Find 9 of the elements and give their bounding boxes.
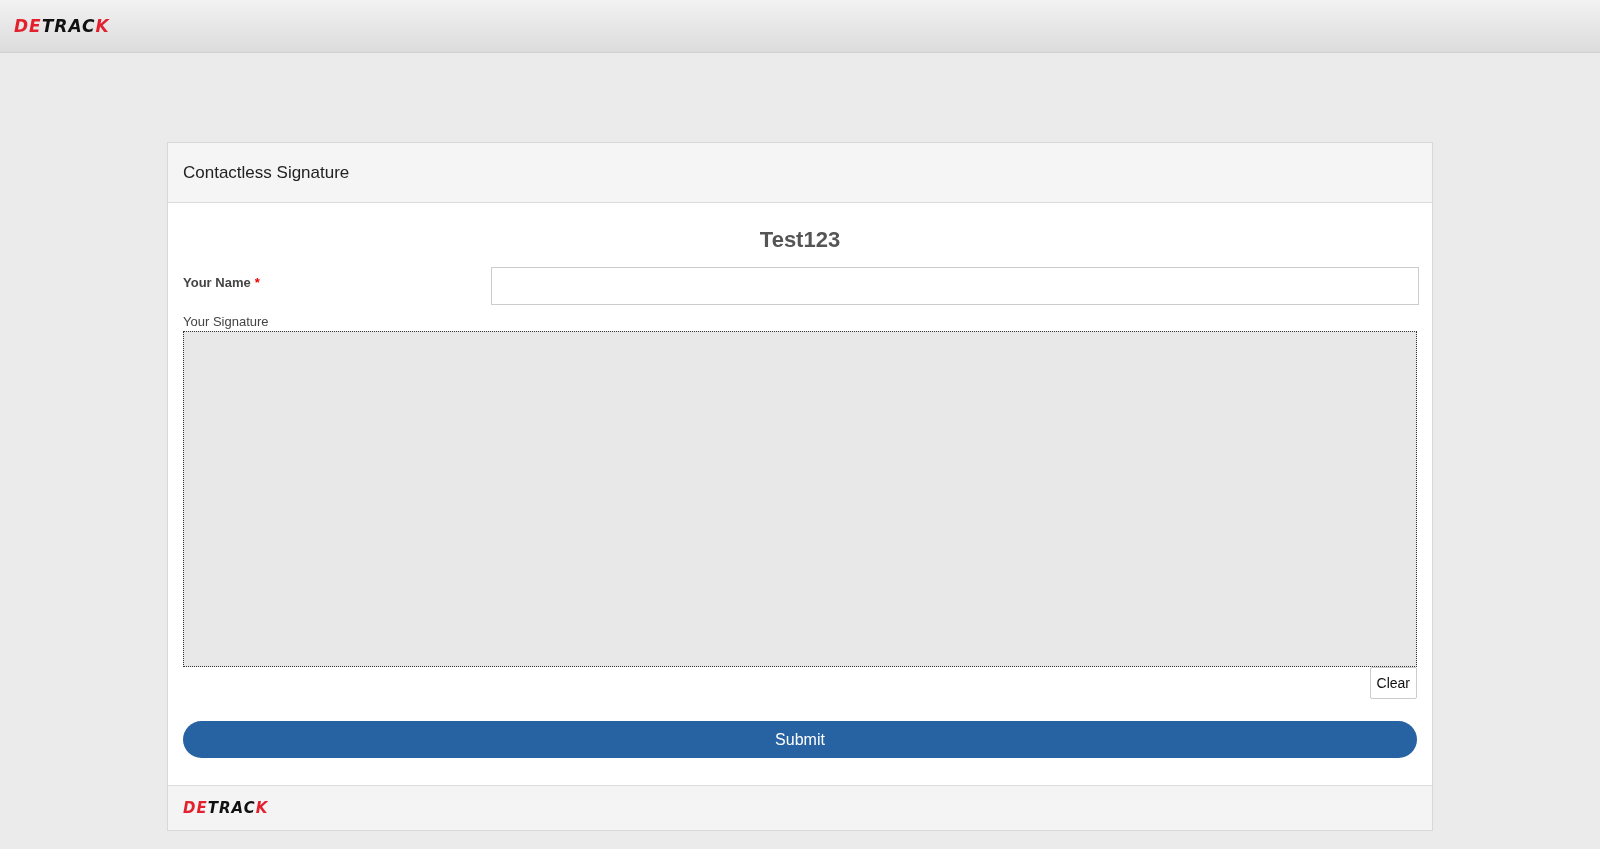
name-input-field[interactable] — [491, 267, 1419, 305]
submit-button[interactable]: Submit — [183, 721, 1417, 758]
form-heading: Test123 — [758, 227, 842, 253]
field-label: Your Signature — [183, 314, 270, 329]
clear-button[interactable]: Clear — [1369, 667, 1417, 699]
signature-pad[interactable] — [183, 331, 1417, 667]
field-label: Your Name — [183, 275, 251, 290]
required-mark: * — [254, 275, 260, 290]
card-title: Contactless Signature — [183, 162, 350, 183]
